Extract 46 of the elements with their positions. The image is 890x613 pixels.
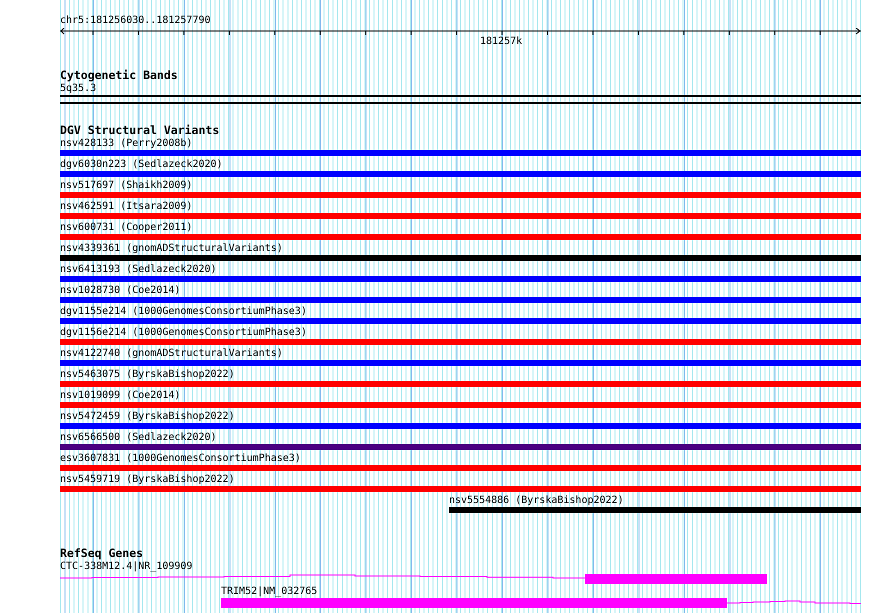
variant-label: esv3607831 (1000GenomesConsortiumPhase3) [60, 453, 301, 464]
variant-bar[interactable] [60, 465, 861, 471]
variant-bar[interactable] [60, 171, 861, 177]
variant-label: nsv1028730 (Coe2014) [60, 285, 180, 296]
variant-bar[interactable] [60, 402, 861, 408]
variant-label: dgv1155e214 (1000GenomesConsortiumPhase3) [60, 306, 307, 317]
band-label: 5q35.3 [60, 82, 96, 95]
track-title: DGV Structural Variants [60, 123, 220, 137]
variant-bar[interactable] [60, 339, 861, 345]
variant-label: nsv5472459 (ByrskaBishop2022) [60, 411, 235, 422]
variant-bar[interactable] [60, 192, 861, 198]
variant-bar[interactable] [60, 423, 861, 429]
variant-bar[interactable] [60, 360, 861, 366]
location-label: chr5:181256030..181257790 [60, 14, 211, 28]
variant-bar[interactable] [60, 213, 861, 219]
track-title: Cytogenetic Bands [60, 68, 178, 82]
variant-bar[interactable] [60, 444, 861, 450]
ruler-tick-label: 181257k [480, 36, 522, 47]
variant-bar[interactable] [449, 507, 861, 513]
variant-label: nsv6413193 (Sedlazeck2020) [60, 264, 217, 275]
variant-label: nsv517697 (Shaikh2009) [60, 180, 192, 191]
variant-bar[interactable] [60, 150, 861, 156]
track-title: RefSeq Genes [60, 546, 144, 560]
variant-label: nsv428133 (Perry2008b) [60, 138, 192, 149]
gene-model-drawing[interactable] [60, 574, 767, 584]
gene-label: CTC-338M12.4|NR_109909 [60, 561, 192, 572]
variant-bar[interactable] [60, 234, 861, 240]
variant-bar[interactable] [60, 318, 861, 324]
variant-bar[interactable] [60, 486, 861, 492]
variant-label: nsv4339361 (gnomADStructuralVariants) [60, 243, 283, 254]
variant-label: nsv4122740 (gnomADStructuralVariants) [60, 348, 283, 359]
gene-model-drawing[interactable] [221, 598, 861, 608]
variant-label: dgv6030n223 (Sedlazeck2020) [60, 159, 223, 170]
variant-label: nsv600731 (Cooper2011) [60, 222, 192, 233]
variant-label: nsv5459719 (ByrskaBishop2022) [60, 474, 235, 485]
variant-bar[interactable] [60, 255, 861, 261]
variant-bar[interactable] [60, 381, 861, 387]
gene-label: TRIM52|NM_032765 [221, 586, 318, 597]
variant-bar[interactable] [60, 276, 861, 282]
variant-label: nsv5463075 (ByrskaBishop2022) [60, 369, 235, 380]
variant-label: nsv462591 (Itsara2009) [60, 201, 192, 212]
variant-label: nsv1019099 (Coe2014) [60, 390, 180, 401]
variant-label: nsv5554886 (ByrskaBishop2022) [449, 495, 624, 506]
variant-label: dgv1156e214 (1000GenomesConsortiumPhase3) [60, 327, 307, 338]
variant-bar[interactable] [60, 297, 861, 303]
variant-label: nsv6566500 (Sedlazeck2020) [60, 432, 217, 443]
